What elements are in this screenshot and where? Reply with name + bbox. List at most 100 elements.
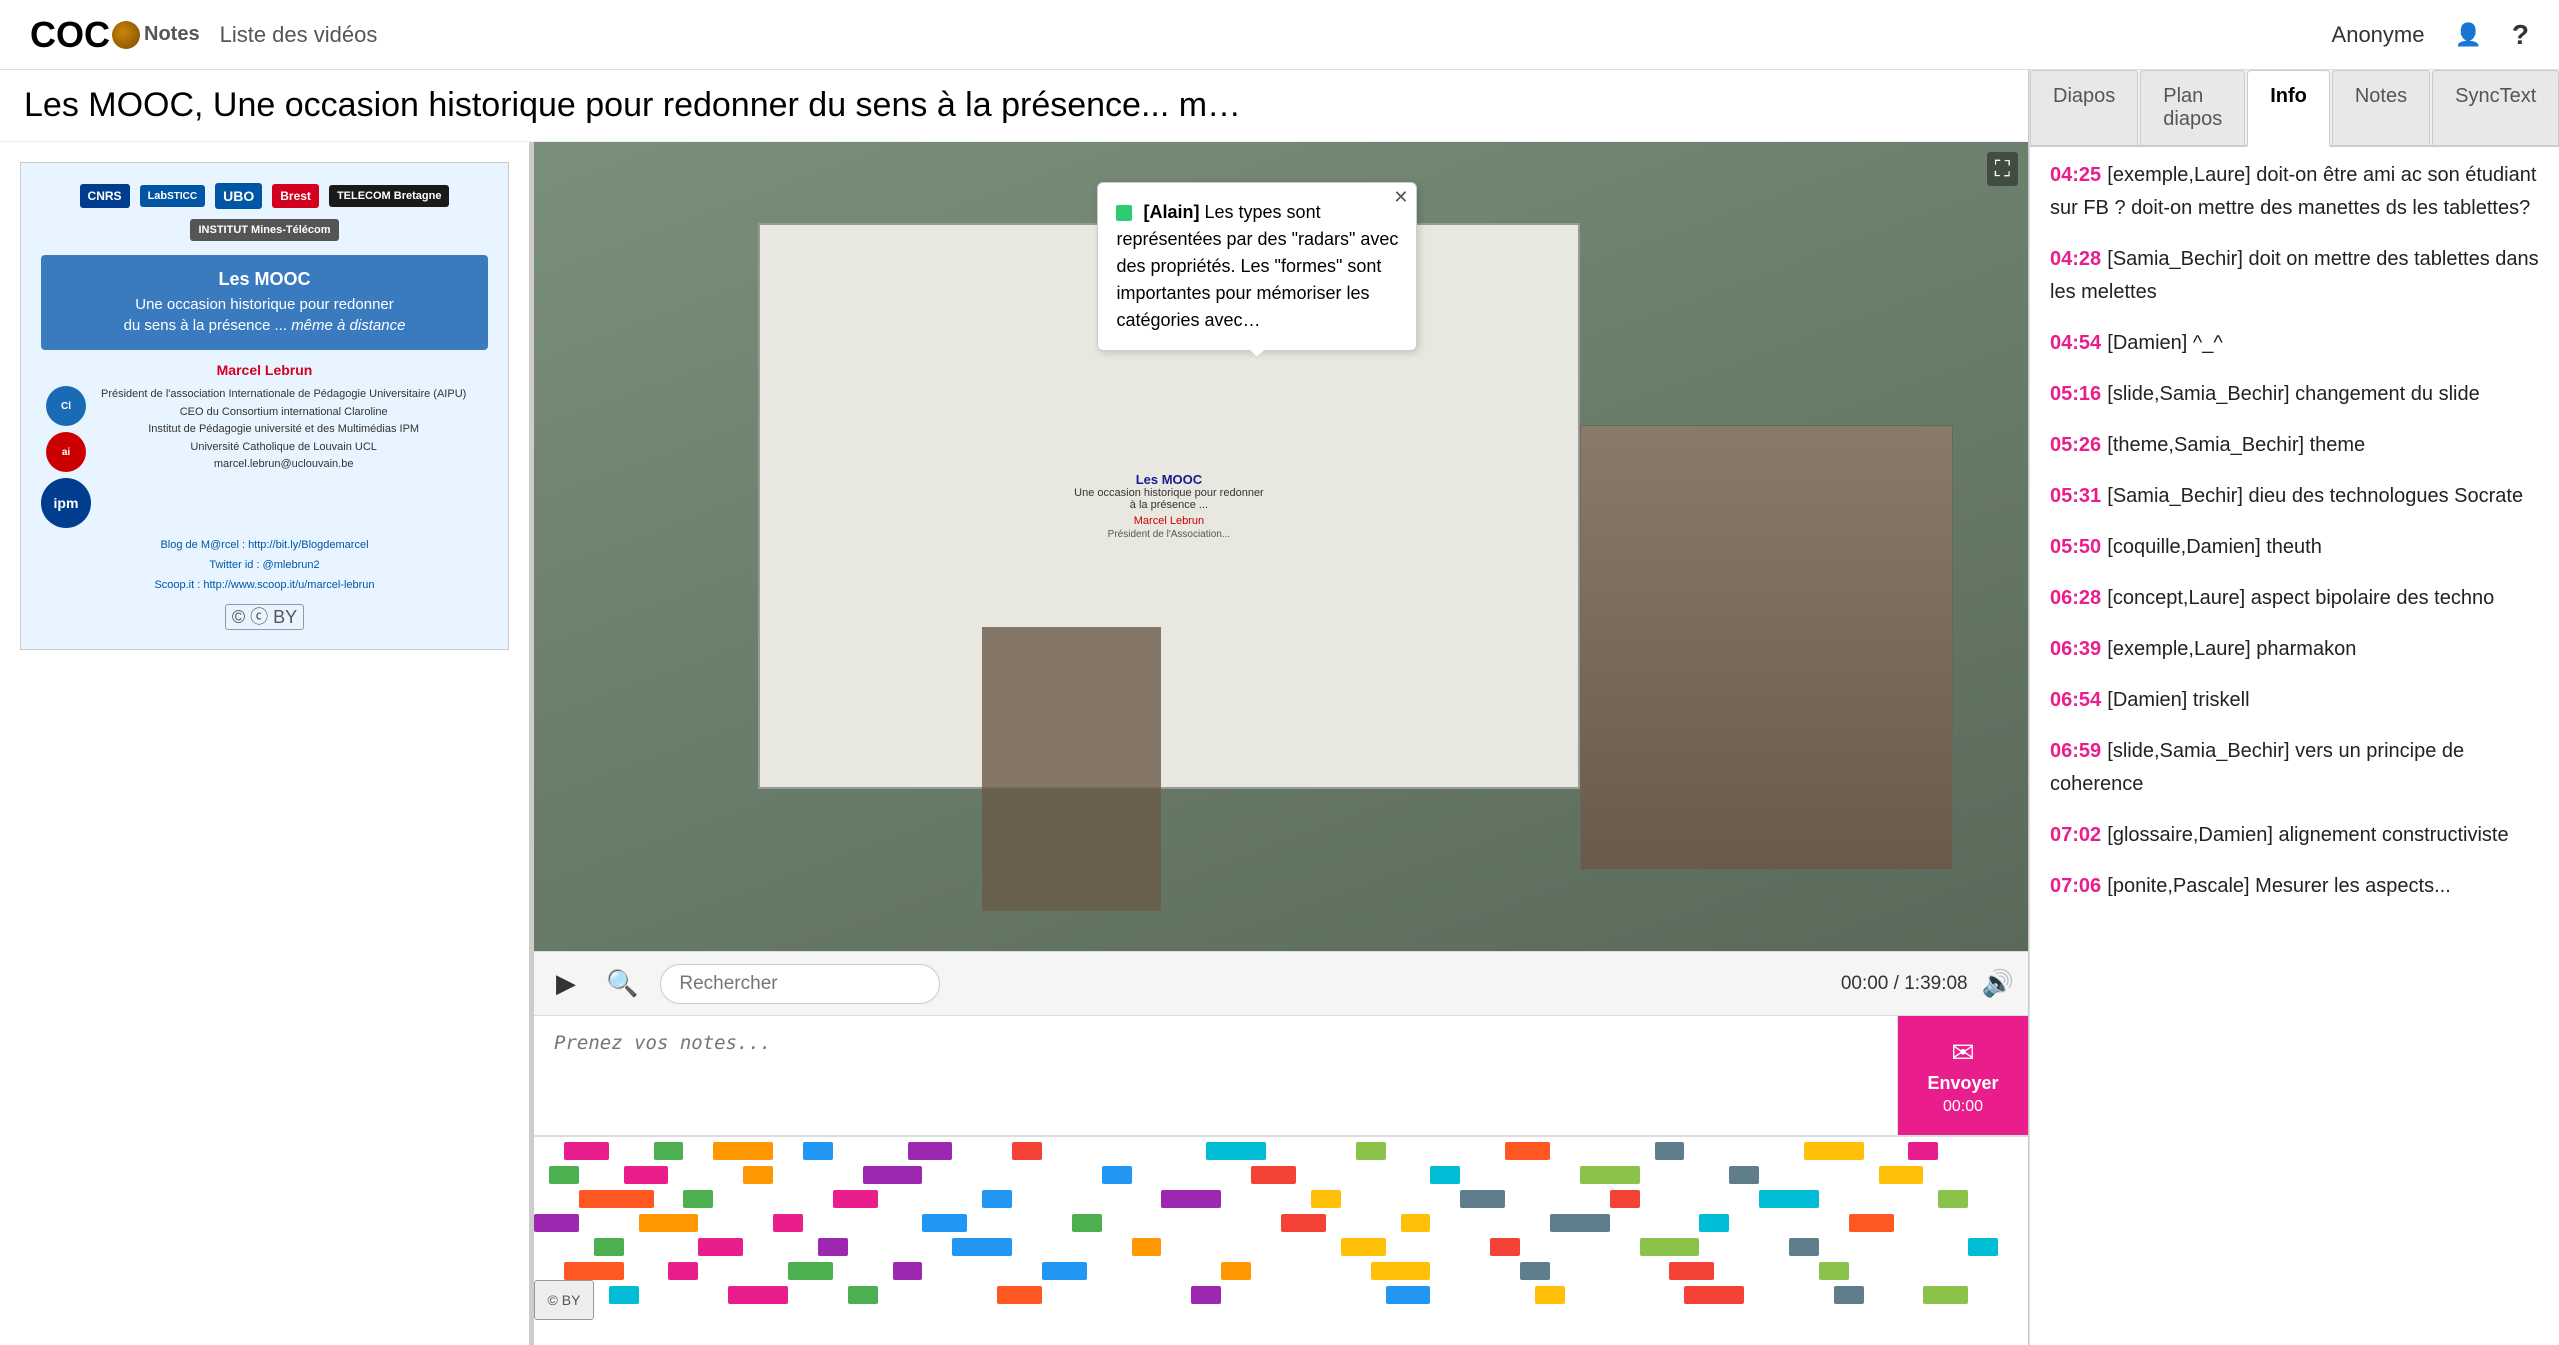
tl-block (713, 1142, 773, 1160)
send-time: 00:00 (1943, 1098, 1983, 1116)
slide-links: Blog de M@rcel : http://bit.ly/Blogdemar… (154, 536, 374, 595)
tl-block (1356, 1142, 1386, 1160)
tab-synctext[interactable]: SyncText (2432, 70, 2559, 145)
tl-block (1968, 1238, 1998, 1256)
institut-logo: INSTITUT Mines-Télécom (190, 219, 338, 241)
note-entry: 05:31 [Samia_Bechir] dieu des technologu… (2050, 478, 2539, 511)
tl-block (1879, 1166, 1924, 1184)
tooltip-overlay: ✕ [Alain] Les types sont représentées pa… (1097, 182, 1417, 351)
note-time: 04:25 (2050, 164, 2101, 186)
tab-notes[interactable]: Notes (2332, 70, 2430, 145)
note-entry: 04:28 [Samia_Bechir] doit on mettre des … (2050, 241, 2539, 307)
tl-block (908, 1142, 953, 1160)
tl-block (1281, 1214, 1326, 1232)
tl-block (1460, 1190, 1505, 1208)
notes-textarea[interactable] (534, 1016, 1898, 1135)
note-text: [slide,Samia_Bechir] vers un principe de… (2050, 740, 2464, 795)
main-content: Les MOOC, Une occasion historique pour r… (0, 70, 2029, 1345)
telecom-logo: TELECOM Bretagne (329, 185, 450, 207)
send-icon: ✉ (1951, 1036, 1974, 1069)
slide-image: CNRS LabSTICC UBO Brest TELECOM Bretagne… (20, 162, 509, 650)
tl-block (698, 1238, 743, 1256)
note-entry: 04:25 [exemple,Laure] doit-on être ami a… (2050, 157, 2539, 223)
video-player: Les MOOC Une occasion historique pour re… (534, 142, 2028, 1345)
tl-block (1490, 1238, 1520, 1256)
video-presenter (1580, 425, 1954, 870)
send-button[interactable]: ✉ Envoyer 00:00 (1898, 1016, 2028, 1135)
header-right: Anonyme 👤 ? (2332, 19, 2529, 51)
note-entry: 05:26 [theme,Samia_Bechir] theme (2050, 427, 2539, 460)
search-toggle-button[interactable]: 🔍 (598, 964, 646, 1003)
page-layout: Les MOOC, Une occasion historique pour r… (0, 70, 2559, 1345)
tl-block (1161, 1190, 1221, 1208)
tl-block (1102, 1166, 1132, 1184)
note-entry: 07:06 [ponite,Pascale] Mesurer les aspec… (2050, 868, 2539, 901)
fullscreen-button[interactable]: ⛶ (1987, 152, 2018, 186)
tl-block (1206, 1142, 1266, 1160)
tl-block (922, 1214, 967, 1232)
note-time: 07:02 (2050, 824, 2101, 846)
video-screen-content: Les MOOC Une occasion historique pour re… (1064, 462, 1274, 550)
tl-block (743, 1166, 773, 1184)
tooltip-indicator (1116, 205, 1132, 221)
tl-block (654, 1142, 684, 1160)
slide-info: Président de l'association International… (101, 386, 466, 474)
tl-block (1341, 1238, 1386, 1256)
timeline[interactable]: © BY (534, 1135, 2028, 1345)
note-entry: 04:54 [Damien] ^_^ (2050, 325, 2539, 358)
tab-diapos[interactable]: Diapos (2030, 70, 2138, 145)
slide-panel: CNRS LabSTICC UBO Brest TELECOM Bretagne… (0, 142, 530, 1345)
tl-block (1834, 1286, 1864, 1304)
play-button[interactable]: ▶ (548, 964, 584, 1003)
note-text: [theme,Samia_Bechir] theme (2107, 434, 2365, 456)
logo: COCNotes (30, 14, 200, 56)
tl-block (549, 1166, 579, 1184)
note-time: 04:28 (2050, 248, 2101, 270)
tl-block (1550, 1214, 1610, 1232)
note-text: [glossaire,Damien] alignement constructi… (2107, 824, 2508, 846)
tl-block (1938, 1190, 1968, 1208)
tl-block (1908, 1142, 1938, 1160)
tl-block (1371, 1262, 1431, 1280)
help-button[interactable]: ? (2512, 19, 2529, 51)
tl-block (534, 1214, 579, 1232)
tooltip-close-button[interactable]: ✕ (1393, 187, 1408, 208)
tl-block (1819, 1262, 1849, 1280)
tab-plan-diapos[interactable]: Plan diapos (2140, 70, 2245, 145)
tl-block (1535, 1286, 1565, 1304)
timeline-cc-badge: © BY (534, 1280, 594, 1320)
tl-block (1804, 1142, 1864, 1160)
tl-block (1699, 1214, 1729, 1232)
page-title: Les MOOC, Une occasion historique pour r… (0, 70, 2028, 142)
tl-block (1729, 1166, 1759, 1184)
slide-title-main: Les MOOC (61, 269, 468, 290)
search-input[interactable] (660, 964, 940, 1004)
tl-block (564, 1262, 624, 1280)
note-time: 06:54 (2050, 689, 2101, 711)
video-person (982, 627, 1161, 910)
tl-block (683, 1190, 713, 1208)
tl-block (1669, 1262, 1714, 1280)
tl-block (893, 1262, 923, 1280)
cc-badge: © ⓒ BY (225, 604, 304, 630)
tl-block (1430, 1166, 1460, 1184)
tl-block (1520, 1262, 1550, 1280)
note-text: [slide,Samia_Bechir] changement du slide (2107, 383, 2479, 405)
note-time: 05:26 (2050, 434, 2101, 456)
tl-block (1610, 1190, 1640, 1208)
tl-block (609, 1286, 639, 1304)
tl-block (833, 1190, 878, 1208)
slide-logos: CNRS LabSTICC UBO Brest TELECOM Bretagne… (41, 183, 488, 241)
tl-block (639, 1214, 699, 1232)
header: COCNotes Liste des vidéos Anonyme 👤 ? (0, 0, 2559, 70)
volume-button[interactable]: 🔊 (1982, 968, 2014, 999)
aipu-logo: ai (46, 432, 86, 472)
tab-info[interactable]: Info (2247, 70, 2330, 147)
note-time: 06:28 (2050, 587, 2101, 609)
time-separator: / (1894, 973, 1905, 994)
video-display[interactable]: Les MOOC Une occasion historique pour re… (534, 142, 2028, 951)
nav-videos-link[interactable]: Liste des vidéos (220, 22, 378, 48)
time-display: 00:00 / 1:39:08 (1841, 973, 1968, 995)
notes-area: ✉ Envoyer 00:00 (534, 1015, 2028, 1135)
time-total: 1:39:08 (1904, 973, 1967, 994)
